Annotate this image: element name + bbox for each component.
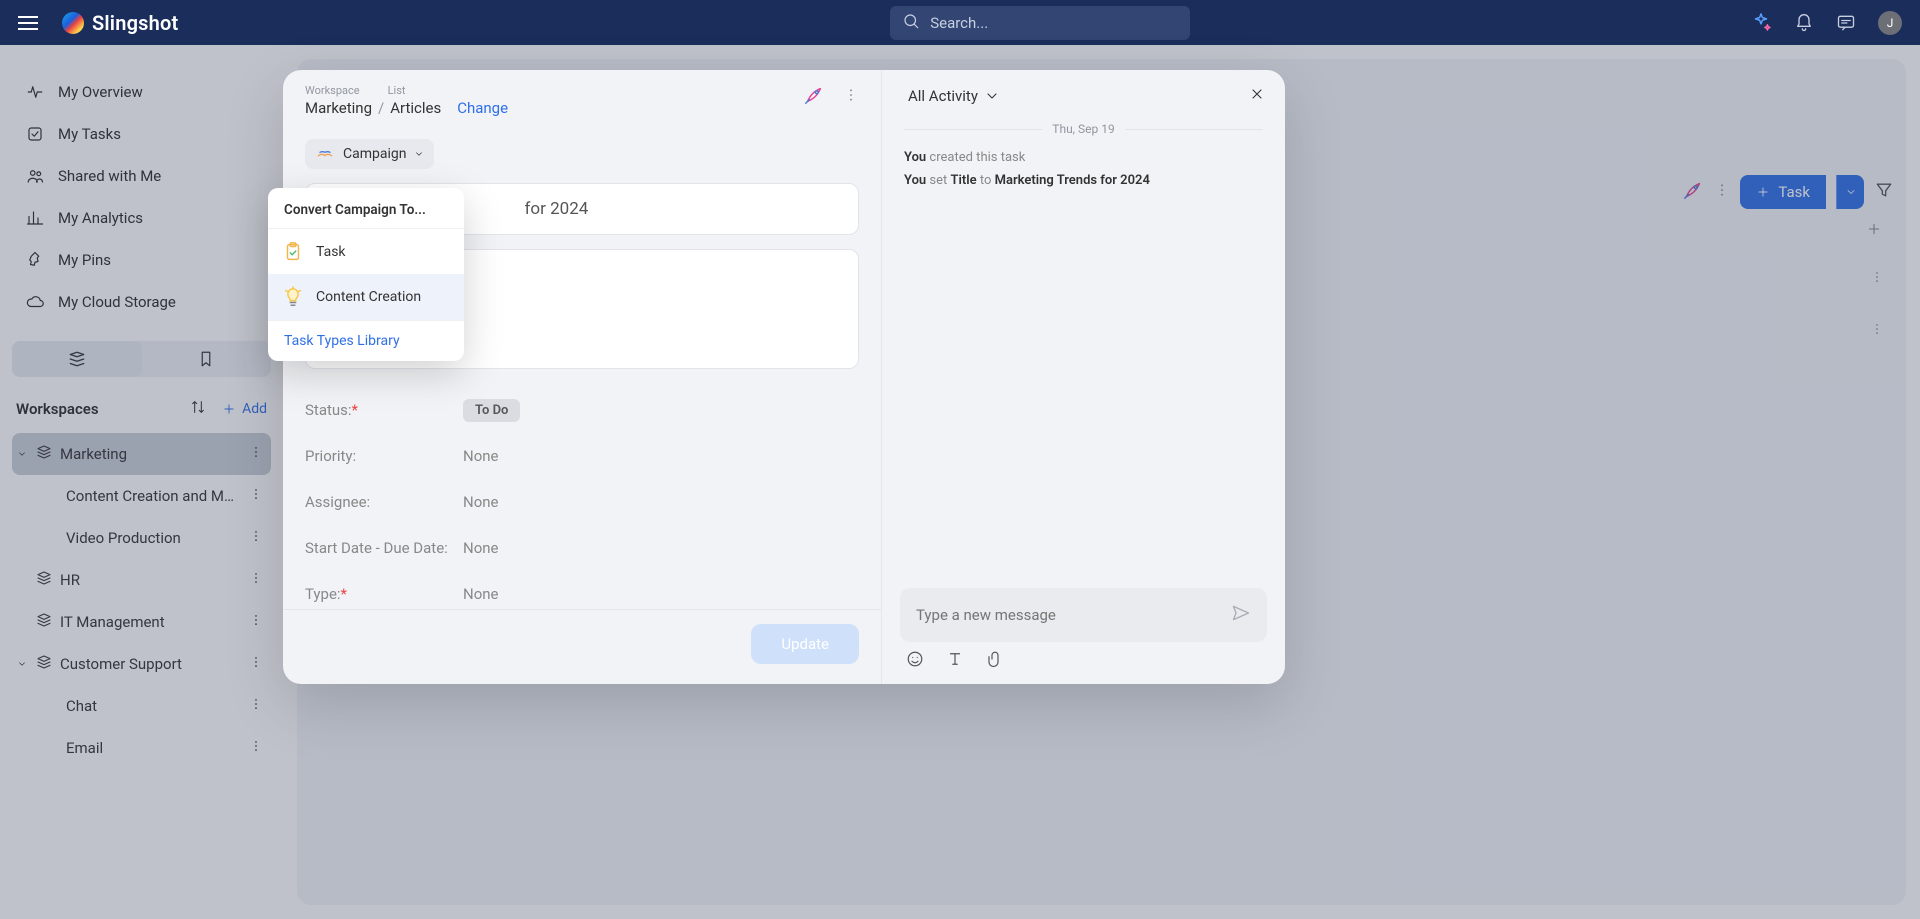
emoji-icon[interactable]: [906, 650, 924, 672]
lightbulb-icon: [282, 286, 304, 308]
clipboard-check-icon: [282, 241, 304, 263]
ai-sparkle-icon[interactable]: [1750, 12, 1772, 34]
priority-value: None: [463, 447, 499, 465]
brand-name: Slingshot: [92, 11, 178, 35]
text-format-icon[interactable]: [946, 650, 964, 672]
crumb-workspace[interactable]: Marketing: [305, 99, 372, 117]
option-label: Content Creation: [316, 289, 421, 305]
activity-entry: You created this task: [904, 150, 1263, 165]
update-button[interactable]: Update: [751, 624, 859, 664]
type-chip-label: Campaign: [343, 146, 406, 162]
modal-header: Workspace List Marketing / Articles Chan…: [283, 70, 881, 127]
chevron-down-icon: [984, 88, 1000, 104]
task-type-chip[interactable]: Campaign: [305, 139, 434, 169]
activity-header: All Activity: [882, 70, 1285, 116]
popover-heading: Convert Campaign To...: [268, 188, 464, 228]
task-detail-modal: Workspace List Marketing / Articles Chan…: [283, 70, 1285, 684]
field-dates[interactable]: Start Date - Due Date: None: [305, 525, 859, 571]
crumb-list[interactable]: Articles: [390, 99, 441, 117]
type-value: None: [463, 585, 499, 603]
modal-right-pane: All Activity Thu, Sep 19 You created thi…: [881, 70, 1285, 684]
dates-value: None: [463, 539, 499, 557]
rocket-icon[interactable]: [803, 84, 825, 110]
compose-input[interactable]: [916, 606, 1231, 624]
chat-icon[interactable]: [1836, 13, 1856, 33]
compose-box[interactable]: [900, 588, 1267, 642]
convert-type-popover: Convert Campaign To... Task Content Crea…: [268, 188, 464, 361]
hamburger-menu[interactable]: [18, 16, 38, 30]
activity-entry: You set Title to Marketing Trends for 20…: [904, 173, 1263, 188]
global-search[interactable]: [890, 6, 1190, 40]
search-icon: [902, 12, 920, 34]
assignee-value: None: [463, 493, 499, 511]
message-composer: [882, 576, 1285, 684]
notifications-icon[interactable]: [1794, 13, 1814, 33]
activity-filter-dropdown[interactable]: All Activity: [908, 87, 1000, 105]
breadcrumb: Workspace List Marketing / Articles Chan…: [305, 84, 508, 117]
popover-option-content-creation[interactable]: Content Creation: [268, 274, 464, 320]
modal-left-pane: Workspace List Marketing / Articles Chan…: [283, 70, 881, 684]
send-icon[interactable]: [1231, 603, 1251, 627]
option-label: Task: [316, 244, 346, 260]
change-list-link[interactable]: Change: [457, 99, 508, 117]
date-divider: Thu, Sep 19: [904, 122, 1263, 136]
campaign-icon: [315, 144, 335, 164]
crumb-label-workspace: Workspace: [305, 84, 360, 97]
user-avatar[interactable]: J: [1878, 11, 1902, 35]
title-fragment: for 2024: [525, 199, 589, 219]
close-modal-button[interactable]: [1249, 86, 1265, 106]
popover-option-task[interactable]: Task: [268, 228, 464, 274]
attachment-icon[interactable]: [986, 650, 1004, 672]
task-fields: Status:* To Do Priority: None Assignee: …: [305, 387, 859, 609]
activity-log: Thu, Sep 19 You created this task You se…: [882, 116, 1285, 576]
more-icon[interactable]: [843, 87, 859, 107]
field-assignee[interactable]: Assignee: None: [305, 479, 859, 525]
field-type[interactable]: Type:* None: [305, 571, 859, 609]
breadcrumb-separator: /: [378, 99, 384, 117]
app-header: Slingshot J: [0, 0, 1920, 45]
field-status[interactable]: Status:* To Do: [305, 387, 859, 433]
compose-tools: [900, 642, 1267, 672]
task-types-library-link[interactable]: Task Types Library: [268, 320, 464, 361]
crumb-label-list: List: [388, 84, 406, 97]
field-priority[interactable]: Priority: None: [305, 433, 859, 479]
chevron-down-icon: [414, 149, 424, 159]
brand-logo-icon: [62, 12, 84, 34]
modal-footer: Update: [283, 609, 881, 684]
brand[interactable]: Slingshot: [62, 11, 178, 35]
search-input[interactable]: [930, 14, 1178, 32]
status-value[interactable]: To Do: [463, 399, 520, 422]
